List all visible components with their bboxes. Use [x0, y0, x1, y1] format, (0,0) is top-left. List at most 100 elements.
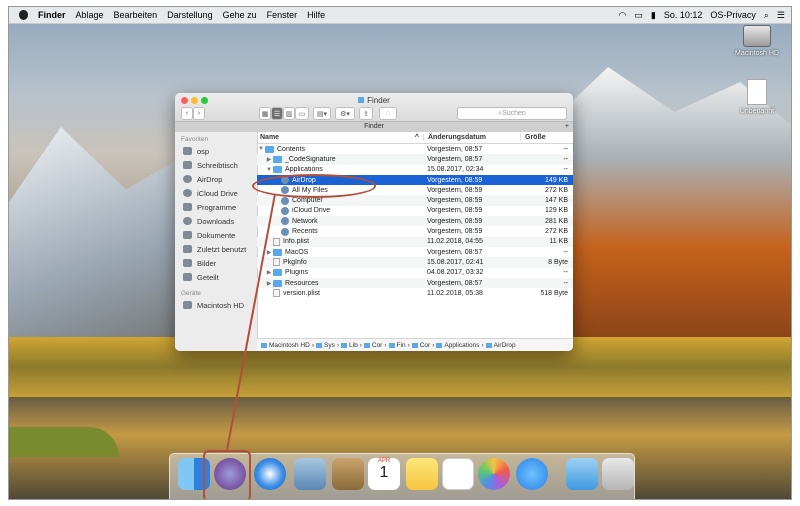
path-segment[interactable]: Cor [420, 342, 430, 349]
disclosure-open-icon[interactable]: ▼ [265, 167, 273, 173]
row-size: 129 KB [545, 207, 568, 215]
dock-downloads-folder-icon[interactable] [566, 458, 598, 490]
column-header-size[interactable]: Größe [520, 134, 572, 141]
menu-user[interactable]: OS-Privacy [710, 10, 756, 20]
back-button[interactable]: ‹ [181, 107, 193, 120]
row-date: Vorgestern, 08:59 [427, 197, 483, 205]
forward-button[interactable]: › [193, 107, 205, 120]
desktop-icon-unbenannt[interactable]: Unbenannt [727, 79, 787, 115]
column-header: Name ^ Änderungsdatum Größe [257, 132, 573, 144]
menu-darstellung[interactable]: Darstellung [167, 10, 213, 20]
table-row[interactable]: Recents Vorgestern, 08:59 272 KB [257, 226, 573, 236]
sidebar-item-downloads[interactable]: Downloads [175, 214, 257, 228]
row-date: 11.02.2018, 04:55 [427, 238, 483, 246]
share-icon: ⇪ [363, 110, 369, 118]
menu-hilfe[interactable]: Hilfe [307, 10, 325, 20]
column-header-name-label: Name [260, 134, 280, 141]
dock-safari-icon[interactable] [254, 458, 286, 490]
notification-center-icon[interactable]: ☰ [777, 10, 785, 21]
menu-bearbeiten[interactable]: Bearbeiten [114, 10, 158, 20]
dock-mail-stamp-icon[interactable] [294, 458, 326, 490]
dock-trash-icon[interactable] [602, 458, 634, 490]
dock-contacts-icon[interactable] [332, 458, 364, 490]
action-gear-button[interactable]: ⚙▾ [335, 107, 355, 120]
path-segment[interactable]: Sys [324, 342, 335, 349]
table-row[interactable]: iCloud Drive Vorgestern, 08:59 129 KB [257, 206, 573, 216]
menu-app-name[interactable]: Finder [38, 10, 66, 20]
share-button[interactable]: ⇪ [359, 107, 373, 120]
sidebar-item-bilder[interactable]: Bilder [175, 256, 257, 270]
table-row[interactable]: Network Vorgestern, 08:59 281 KB [257, 216, 573, 227]
row-name: Plugins [285, 269, 308, 277]
icon-view-button[interactable]: ▦ [259, 107, 271, 120]
table-row[interactable]: PkgInfo 15.08.2017, 02:41 8 Byte [257, 257, 573, 268]
sidebar-item-airdrop[interactable]: AirDrop [175, 172, 257, 186]
sort-caret-icon: ^ [414, 134, 419, 141]
airplay-icon[interactable]: ▭ [634, 10, 643, 21]
disclosure-closed-icon[interactable]: ▶ [265, 269, 273, 276]
table-row[interactable]: ▶ _CodeSignature Vorgestern, 08:57 -- [257, 154, 573, 165]
path-segment[interactable]: Fin [397, 342, 406, 349]
menu-clock[interactable]: So. 10:12 [664, 10, 703, 20]
hard-drive-icon [743, 25, 771, 47]
sidebar-item-icloud-drive[interactable]: iCloud Drive [175, 186, 257, 200]
row-name: _CodeSignature [285, 155, 336, 163]
dock-notes-icon[interactable] [406, 458, 438, 490]
column-header-name[interactable]: Name ^ [257, 134, 423, 141]
wifi-icon[interactable]: ◠ [619, 10, 627, 21]
tab-finder[interactable]: Finder [364, 123, 384, 130]
row-name: PkgInfo [283, 258, 307, 266]
table-row[interactable]: ▶ Resources Vorgestern, 08:57 -- [257, 277, 573, 289]
path-segment[interactable]: Applications [444, 342, 479, 349]
search-field[interactable]: ⌕ Suchen [457, 107, 567, 120]
table-row[interactable]: Info.plist 11.02.2018, 04:55 11 KB [257, 236, 573, 247]
path-segment[interactable]: Lib [349, 342, 358, 349]
row-size: 272 KB [545, 186, 568, 194]
folder-icon [436, 342, 443, 348]
disclosure-closed-icon[interactable]: ▶ [265, 249, 273, 256]
spotlight-icon[interactable]: ⌕ [764, 10, 769, 21]
disclosure-closed-icon[interactable]: ▶ [265, 156, 273, 163]
finder-app-icon [388, 342, 395, 348]
sidebar-item-schreibtisch[interactable]: Schreibtisch [175, 158, 257, 172]
sidebar-item-programme[interactable]: Programme [175, 200, 257, 214]
apple-icon[interactable] [19, 10, 28, 20]
dock-reminders-icon[interactable] [442, 458, 474, 490]
gallery-view-button[interactable]: ▭ [295, 107, 309, 120]
list-view-button[interactable]: ☰ [271, 107, 283, 120]
dock-messages-icon[interactable] [516, 458, 548, 490]
battery-icon[interactable]: ▮ [651, 10, 656, 21]
sidebar-item-macintosh-hd[interactable]: Macintosh HD [175, 298, 257, 312]
path-segment[interactable]: Macintosh HD [269, 342, 310, 349]
menu-gehe-zu[interactable]: Gehe zu [223, 10, 257, 20]
table-row[interactable]: ▶ MacOS Vorgestern, 08:57 -- [257, 247, 573, 257]
sidebar-item-zuletzt-benutzt[interactable]: Zuletzt benutzt [175, 242, 257, 256]
sidebar-item-osp[interactable]: osp [175, 144, 257, 158]
table-row[interactable]: ▼ Contents Vorgestern, 08:57 -- [257, 144, 573, 154]
group-button[interactable]: ▤▾ [313, 107, 331, 120]
folder-icon [273, 269, 282, 277]
disclosure-closed-icon[interactable]: ▶ [265, 280, 273, 287]
folder-icon [265, 145, 274, 153]
menu-ablage[interactable]: Ablage [76, 10, 104, 20]
sidebar-item-geteilt[interactable]: Geteilt [175, 270, 257, 284]
path-segment[interactable]: Cor [372, 342, 382, 349]
disclosure-open-icon[interactable]: ▼ [257, 146, 265, 152]
desktop-icon-macintosh-hd[interactable]: Macintosh HD [727, 25, 787, 57]
row-name: Resources [285, 279, 319, 287]
table-row[interactable]: ▶ Plugins 04.08.2017, 03:32 -- [257, 268, 573, 278]
menu-bar: Finder Ablage Bearbeiten Darstellung Geh… [9, 7, 791, 24]
tags-button[interactable]: ◌ [379, 107, 397, 120]
row-size: 11 KB [549, 238, 568, 246]
sidebar-item-dokumente[interactable]: Dokumente [175, 228, 257, 242]
dock-calendar-icon[interactable]: APR 1 [368, 458, 400, 490]
table-row[interactable]: version.plist 11.02.2018, 05:38 518 Byte [257, 288, 573, 298]
column-view-button[interactable]: ▥ [283, 107, 295, 120]
column-header-date[interactable]: Änderungsdatum [423, 134, 520, 141]
add-tab-button[interactable]: + [565, 122, 569, 132]
file-icon [273, 258, 280, 267]
path-segment[interactable]: AirDrop [494, 342, 516, 349]
menu-fenster[interactable]: Fenster [267, 10, 298, 20]
dock-photos-icon[interactable] [478, 458, 510, 490]
sidebar-item-label: Dokumente [197, 230, 236, 240]
